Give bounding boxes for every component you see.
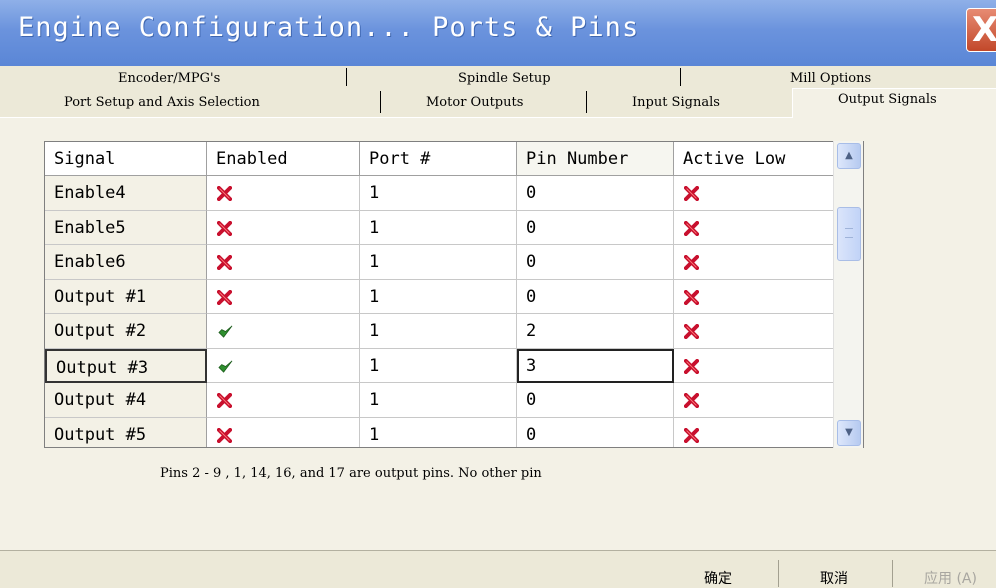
close-button[interactable]: X — [966, 8, 996, 52]
row-pin-number-cell[interactable]: 0 — [517, 383, 674, 418]
tab-divider — [346, 68, 347, 86]
row-enabled-toggle[interactable] — [207, 279, 360, 314]
row-active-low-toggle[interactable] — [674, 417, 834, 447]
row-port-cell[interactable]: 1 — [360, 417, 517, 447]
output-signals-grid[interactable]: Signal Enabled Port # Pin Number Active … — [44, 141, 864, 448]
row-signal-name[interactable]: Enable6 — [45, 245, 207, 280]
x-icon — [216, 386, 233, 409]
output-pins-note: Pins 2 - 9 , 1, 14, 16, and 17 are outpu… — [160, 466, 542, 481]
row-pin-number-cell[interactable]: 2 — [517, 314, 674, 349]
row-signal-name[interactable]: Output #4 — [45, 383, 207, 418]
check-icon — [217, 317, 234, 338]
row-port-cell[interactable]: 1 — [360, 279, 517, 314]
row-signal-name[interactable]: Output #5 — [45, 417, 207, 447]
tab-divider — [586, 91, 587, 113]
row-pin-number-cell[interactable]: 3 — [517, 348, 674, 383]
row-enabled-toggle[interactable] — [207, 383, 360, 418]
row-signal-name[interactable]: Output #3 — [45, 348, 207, 383]
row-port-cell[interactable]: 1 — [360, 176, 517, 211]
tab-port-setup[interactable]: Port Setup and Axis Selection — [64, 95, 260, 110]
scroll-thumb[interactable] — [837, 207, 861, 261]
vertical-scrollbar[interactable]: ▲ ▼ — [833, 141, 863, 448]
button-divider — [892, 560, 893, 587]
row-port-cell[interactable]: 1 — [360, 245, 517, 280]
x-icon — [683, 386, 700, 409]
row-enabled-toggle[interactable] — [207, 348, 360, 383]
row-active-low-toggle[interactable] — [674, 176, 834, 211]
x-icon — [683, 248, 700, 271]
row-active-low-toggle[interactable] — [674, 348, 834, 383]
row-active-low-toggle[interactable] — [674, 210, 834, 245]
x-icon — [683, 283, 700, 305]
row-port-cell[interactable]: 1 — [360, 383, 517, 418]
column-header-port[interactable]: Port # — [360, 142, 517, 176]
row-signal-name[interactable]: Output #1 — [45, 279, 207, 314]
x-icon — [683, 317, 700, 340]
row-enabled-toggle[interactable] — [207, 245, 360, 280]
x-icon — [683, 179, 700, 202]
title-bar[interactable]: Engine Configuration... Ports & Pins X — [0, 0, 996, 66]
row-port-cell[interactable]: 1 — [360, 210, 517, 245]
apply-button[interactable]: 应用 (A) — [924, 568, 977, 588]
tab-motor-outputs[interactable]: Motor Outputs — [426, 95, 523, 110]
x-icon — [216, 283, 233, 305]
x-icon — [683, 352, 700, 374]
ok-button[interactable]: 确定 — [704, 568, 732, 588]
tab-divider — [680, 68, 681, 86]
row-signal-name[interactable]: Enable4 — [45, 176, 207, 211]
tab-input-signals[interactable]: Input Signals — [632, 95, 720, 110]
tab-encoder-mpgs[interactable]: Encoder/MPG's — [118, 71, 220, 86]
check-icon — [217, 352, 234, 373]
row-pin-number-cell[interactable]: 0 — [517, 245, 674, 280]
column-header-active-low[interactable]: Active Low — [674, 142, 834, 176]
tab-divider — [380, 91, 381, 113]
row-enabled-toggle[interactable] — [207, 417, 360, 447]
row-active-low-toggle[interactable] — [674, 383, 834, 418]
button-divider — [778, 560, 779, 587]
row-pin-number-cell[interactable]: 0 — [517, 176, 674, 211]
tab-mill-options[interactable]: Mill Options — [790, 71, 871, 86]
column-header-signal[interactable]: Signal — [45, 142, 207, 176]
close-icon: X — [972, 10, 996, 50]
row-enabled-toggle[interactable] — [207, 176, 360, 211]
tab-output-signals[interactable]: Output Signals — [838, 92, 937, 107]
row-active-low-toggle[interactable] — [674, 279, 834, 314]
row-signal-name[interactable]: Enable5 — [45, 210, 207, 245]
row-active-low-toggle[interactable] — [674, 314, 834, 349]
row-port-cell[interactable]: 1 — [360, 348, 517, 383]
row-active-low-toggle[interactable] — [674, 245, 834, 280]
x-icon — [216, 179, 233, 202]
row-enabled-toggle[interactable] — [207, 314, 360, 349]
scroll-up-button[interactable]: ▲ — [837, 143, 861, 169]
column-header-enabled[interactable]: Enabled — [207, 142, 360, 176]
row-pin-number-cell[interactable]: 0 — [517, 210, 674, 245]
window-title: Engine Configuration... Ports & Pins — [18, 12, 640, 43]
x-icon — [683, 214, 700, 236]
row-port-cell[interactable]: 1 — [360, 314, 517, 349]
cancel-button[interactable]: 取消 — [820, 568, 848, 588]
x-icon — [216, 214, 233, 236]
engine-configuration-window: Engine Configuration... Ports & Pins X E… — [0, 0, 996, 587]
x-icon — [683, 421, 700, 443]
row-signal-name[interactable]: Output #2 — [45, 314, 207, 349]
scroll-down-button[interactable]: ▼ — [837, 420, 861, 446]
row-pin-number-cell[interactable]: 0 — [517, 279, 674, 314]
row-pin-number-cell[interactable]: 0 — [517, 417, 674, 447]
x-icon — [216, 248, 233, 271]
column-header-pin-number[interactable]: Pin Number — [517, 142, 674, 176]
x-icon — [216, 421, 233, 443]
row-enabled-toggle[interactable] — [207, 210, 360, 245]
tab-spindle-setup[interactable]: Spindle Setup — [458, 71, 551, 86]
